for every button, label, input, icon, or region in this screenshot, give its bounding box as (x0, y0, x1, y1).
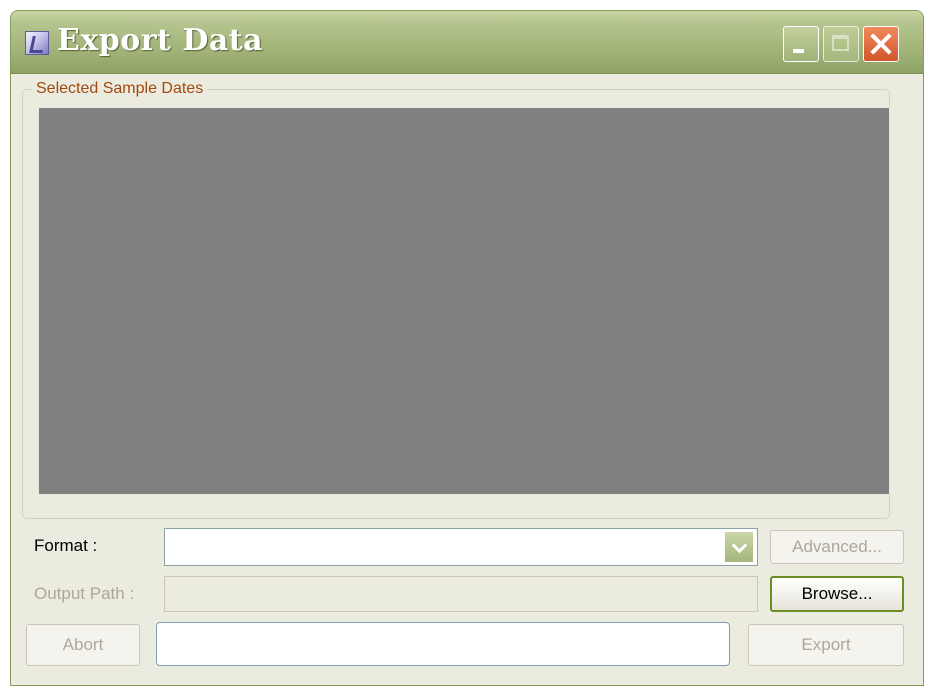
format-select[interactable] (164, 528, 758, 566)
selected-sample-dates-legend: Selected Sample Dates (32, 80, 208, 98)
maximize-button (823, 26, 859, 62)
output-path-field (164, 576, 758, 612)
app-icon[interactable] (25, 31, 49, 55)
sample-dates-list[interactable] (38, 107, 890, 495)
close-button[interactable] (863, 26, 899, 62)
export-button: Export (748, 624, 904, 666)
output-path-label: Output Path : (34, 584, 135, 603)
format-label: Format : (34, 536, 98, 555)
title-bar[interactable]: Export Data (11, 11, 923, 74)
minimize-button[interactable] (783, 26, 819, 62)
format-dropdown-button[interactable] (724, 531, 754, 563)
advanced-button: Advanced... (770, 530, 904, 564)
abort-button: Abort (26, 624, 140, 666)
browse-button[interactable]: Browse... (770, 576, 904, 612)
window-title: Export Data (57, 23, 264, 58)
status-field[interactable] (156, 622, 730, 666)
